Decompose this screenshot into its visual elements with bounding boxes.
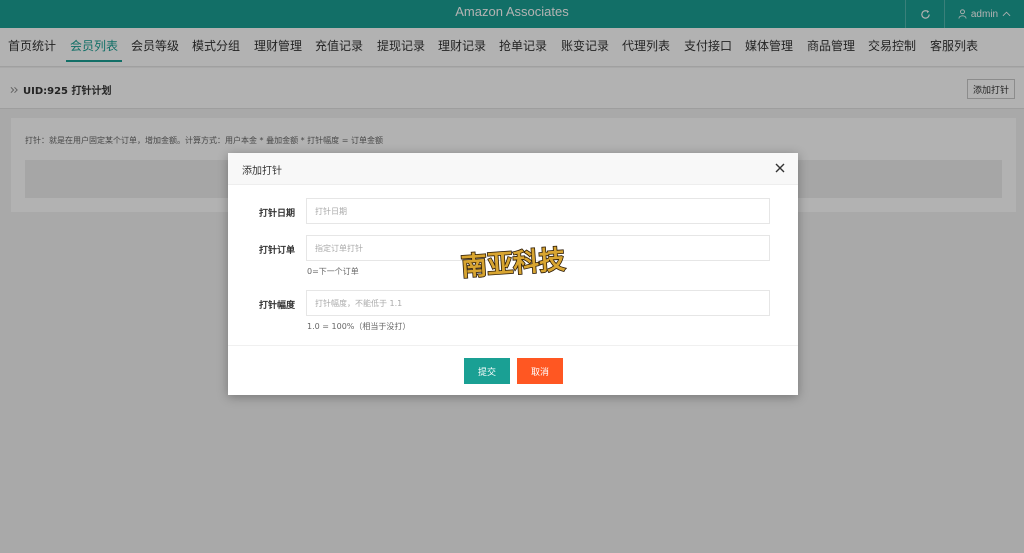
close-icon <box>775 163 785 173</box>
watermark-logo: 南亚科技 <box>459 245 566 282</box>
dialog-header: 添加打针 <box>228 153 798 185</box>
field-label-injection-date: 打针日期 <box>258 209 295 219</box>
dialog-title: 添加打针 <box>242 166 282 177</box>
field-label-injection-magnitude: 打针幅度 <box>258 301 295 311</box>
cancel-button[interactable]: 取消 <box>517 358 563 384</box>
injection-date-input[interactable] <box>306 198 770 224</box>
injection-magnitude-input[interactable] <box>306 290 770 316</box>
dialog-footer-divider <box>228 345 798 346</box>
injection-magnitude-hint: 1.0 = 100%（相当于没打） <box>307 322 411 331</box>
injection-order-hint: 0=下一个订单 <box>307 267 359 276</box>
field-label-injection-order: 打针订单 <box>258 246 295 256</box>
submit-button[interactable]: 提交 <box>464 358 510 384</box>
watermark-text: 南亚科技 <box>460 245 566 282</box>
close-button[interactable] <box>772 160 788 176</box>
